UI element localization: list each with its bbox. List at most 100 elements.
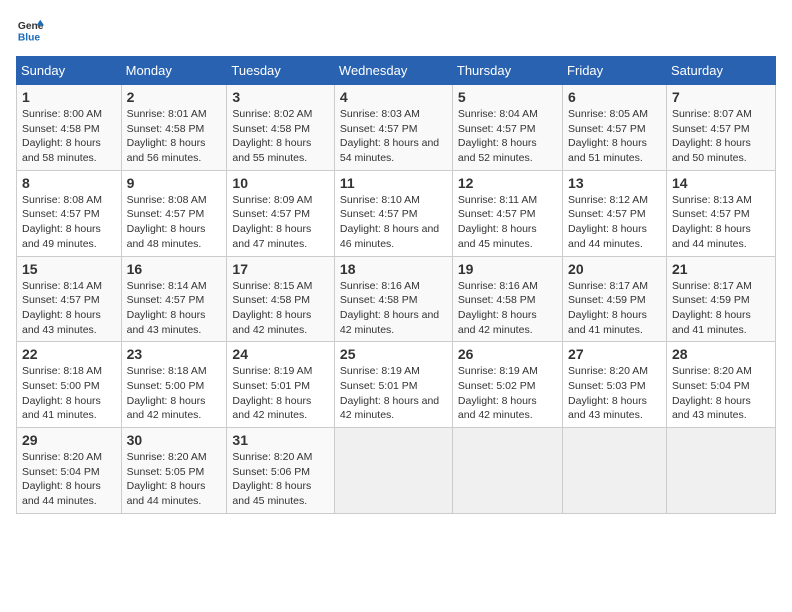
calendar-cell: 28Sunrise: 8:20 AMSunset: 5:04 PMDayligh… [666, 342, 775, 428]
day-number: 5 [458, 89, 557, 105]
day-number: 30 [127, 432, 222, 448]
logo-icon: General Blue [16, 16, 44, 44]
day-number: 7 [672, 89, 770, 105]
day-number: 3 [232, 89, 329, 105]
calendar-cell: 7 Sunrise: 8:07 AMSunset: 4:57 PMDaylight… [666, 85, 775, 171]
day-number: 21 [672, 261, 770, 277]
day-number: 31 [232, 432, 329, 448]
day-info: Sunrise: 8:08 AMSunset: 4:57 PMDaylight:… [127, 193, 222, 252]
week-row-1: 8 Sunrise: 8:08 AMSunset: 4:57 PMDaylight… [17, 170, 776, 256]
header-day-saturday: Saturday [666, 57, 775, 85]
header-day-tuesday: Tuesday [227, 57, 335, 85]
day-number: 11 [340, 175, 447, 191]
calendar-cell: 5 Sunrise: 8:04 AMSunset: 4:57 PMDaylight… [452, 85, 562, 171]
day-number: 6 [568, 89, 661, 105]
day-number: 28 [672, 346, 770, 362]
day-number: 10 [232, 175, 329, 191]
calendar-cell: 1Sunrise: 8:00 AMSunset: 4:58 PMDaylight… [17, 85, 122, 171]
day-number: 13 [568, 175, 661, 191]
day-number: 4 [340, 89, 447, 105]
header-day-thursday: Thursday [452, 57, 562, 85]
day-info: Sunrise: 8:07 AMSunset: 4:57 PMDaylight:… [672, 107, 770, 166]
day-number: 19 [458, 261, 557, 277]
day-number: 9 [127, 175, 222, 191]
day-info: Sunrise: 8:15 AMSunset: 4:58 PMDaylight:… [232, 279, 329, 338]
day-number: 16 [127, 261, 222, 277]
calendar-cell: 13 Sunrise: 8:12 AMSunset: 4:57 PMDayligh… [563, 170, 667, 256]
logo: General Blue [16, 16, 44, 44]
calendar-cell: 6Sunrise: 8:05 AMSunset: 4:57 PMDaylight… [563, 85, 667, 171]
calendar-cell: 27 Sunrise: 8:20 AMSunset: 5:03 PMDayligh… [563, 342, 667, 428]
day-number: 29 [22, 432, 116, 448]
calendar-cell: 9 Sunrise: 8:08 AMSunset: 4:57 PMDaylight… [121, 170, 227, 256]
calendar-cell: 19 Sunrise: 8:16 AMSunset: 4:58 PMDayligh… [452, 256, 562, 342]
day-number: 24 [232, 346, 329, 362]
calendar-cell [563, 428, 667, 514]
calendar-cell: 14 Sunrise: 8:13 AMSunset: 4:57 PMDayligh… [666, 170, 775, 256]
calendar-cell: 23Sunrise: 8:18 AMSunset: 5:00 PMDayligh… [121, 342, 227, 428]
day-info: Sunrise: 8:18 AMSunset: 5:00 PMDaylight:… [22, 364, 116, 423]
day-info: Sunrise: 8:19 AMSunset: 5:02 PMDaylight:… [458, 364, 557, 423]
day-info: Sunrise: 8:17 AMSunset: 4:59 PMDaylight:… [672, 279, 770, 338]
day-info: Sunrise: 8:04 AMSunset: 4:57 PMDaylight:… [458, 107, 557, 166]
day-info: Sunrise: 8:13 AMSunset: 4:57 PMDaylight:… [672, 193, 770, 252]
day-info: Sunrise: 8:11 AMSunset: 4:57 PMDaylight:… [458, 193, 557, 252]
day-info: Sunrise: 8:20 AMSunset: 5:04 PMDaylight:… [22, 450, 116, 509]
day-number: 8 [22, 175, 116, 191]
day-number: 2 [127, 89, 222, 105]
calendar-cell: 21 Sunrise: 8:17 AMSunset: 4:59 PMDayligh… [666, 256, 775, 342]
calendar-cell: 4 Sunrise: 8:03 AMSunset: 4:57 PMDaylight… [334, 85, 452, 171]
day-info: Sunrise: 8:02 AMSunset: 4:58 PMDaylight:… [232, 107, 329, 166]
day-number: 22 [22, 346, 116, 362]
day-info: Sunrise: 8:03 AMSunset: 4:57 PMDaylight:… [340, 107, 447, 166]
day-number: 18 [340, 261, 447, 277]
header-day-sunday: Sunday [17, 57, 122, 85]
day-info: Sunrise: 8:16 AMSunset: 4:58 PMDaylight:… [458, 279, 557, 338]
day-number: 20 [568, 261, 661, 277]
header-day-friday: Friday [563, 57, 667, 85]
calendar-table: SundayMondayTuesdayWednesdayThursdayFrid… [16, 56, 776, 514]
day-info: Sunrise: 8:10 AMSunset: 4:57 PMDaylight:… [340, 193, 447, 252]
day-info: Sunrise: 8:14 AMSunset: 4:57 PMDaylight:… [127, 279, 222, 338]
day-number: 1 [22, 89, 116, 105]
calendar-cell: 24Sunrise: 8:19 AMSunset: 5:01 PMDayligh… [227, 342, 335, 428]
calendar-cell: 10 Sunrise: 8:09 AMSunset: 4:57 PMDayligh… [227, 170, 335, 256]
header-row: SundayMondayTuesdayWednesdayThursdayFrid… [17, 57, 776, 85]
day-info: Sunrise: 8:20 AMSunset: 5:06 PMDaylight:… [232, 450, 329, 509]
calendar-cell: 2 Sunrise: 8:01 AMSunset: 4:58 PMDaylight… [121, 85, 227, 171]
calendar-cell: 26 Sunrise: 8:19 AMSunset: 5:02 PMDayligh… [452, 342, 562, 428]
calendar-cell: 31 Sunrise: 8:20 AMSunset: 5:06 PMDayligh… [227, 428, 335, 514]
day-number: 12 [458, 175, 557, 191]
calendar-cell: 18 Sunrise: 8:16 AMSunset: 4:58 PMDayligh… [334, 256, 452, 342]
day-info: Sunrise: 8:09 AMSunset: 4:57 PMDaylight:… [232, 193, 329, 252]
calendar-cell [666, 428, 775, 514]
day-info: Sunrise: 8:18 AMSunset: 5:00 PMDaylight:… [127, 364, 222, 423]
day-number: 14 [672, 175, 770, 191]
calendar-cell [334, 428, 452, 514]
day-number: 27 [568, 346, 661, 362]
calendar-cell: 12 Sunrise: 8:11 AMSunset: 4:57 PMDayligh… [452, 170, 562, 256]
week-row-3: 22 Sunrise: 8:18 AMSunset: 5:00 PMDayligh… [17, 342, 776, 428]
week-row-2: 15Sunrise: 8:14 AMSunset: 4:57 PMDayligh… [17, 256, 776, 342]
svg-text:Blue: Blue [18, 32, 41, 43]
day-info: Sunrise: 8:14 AMSunset: 4:57 PMDaylight:… [22, 279, 116, 338]
calendar-cell: 22 Sunrise: 8:18 AMSunset: 5:00 PMDayligh… [17, 342, 122, 428]
day-info: Sunrise: 8:19 AMSunset: 5:01 PMDaylight:… [340, 364, 447, 423]
calendar-cell: 25Sunrise: 8:19 AMSunset: 5:01 PMDayligh… [334, 342, 452, 428]
header: General Blue [16, 16, 776, 44]
calendar-cell: 8 Sunrise: 8:08 AMSunset: 4:57 PMDaylight… [17, 170, 122, 256]
day-info: Sunrise: 8:12 AMSunset: 4:57 PMDaylight:… [568, 193, 661, 252]
calendar-cell: 16 Sunrise: 8:14 AMSunset: 4:57 PMDayligh… [121, 256, 227, 342]
day-info: Sunrise: 8:20 AMSunset: 5:03 PMDaylight:… [568, 364, 661, 423]
header-day-wednesday: Wednesday [334, 57, 452, 85]
calendar-cell: 3 Sunrise: 8:02 AMSunset: 4:58 PMDaylight… [227, 85, 335, 171]
day-number: 17 [232, 261, 329, 277]
calendar-cell: 30Sunrise: 8:20 AMSunset: 5:05 PMDayligh… [121, 428, 227, 514]
day-info: Sunrise: 8:16 AMSunset: 4:58 PMDaylight:… [340, 279, 447, 338]
day-number: 26 [458, 346, 557, 362]
calendar-cell: 15Sunrise: 8:14 AMSunset: 4:57 PMDayligh… [17, 256, 122, 342]
day-info: Sunrise: 8:17 AMSunset: 4:59 PMDaylight:… [568, 279, 661, 338]
day-info: Sunrise: 8:01 AMSunset: 4:58 PMDaylight:… [127, 107, 222, 166]
calendar-cell: 11 Sunrise: 8:10 AMSunset: 4:57 PMDayligh… [334, 170, 452, 256]
day-info: Sunrise: 8:08 AMSunset: 4:57 PMDaylight:… [22, 193, 116, 252]
